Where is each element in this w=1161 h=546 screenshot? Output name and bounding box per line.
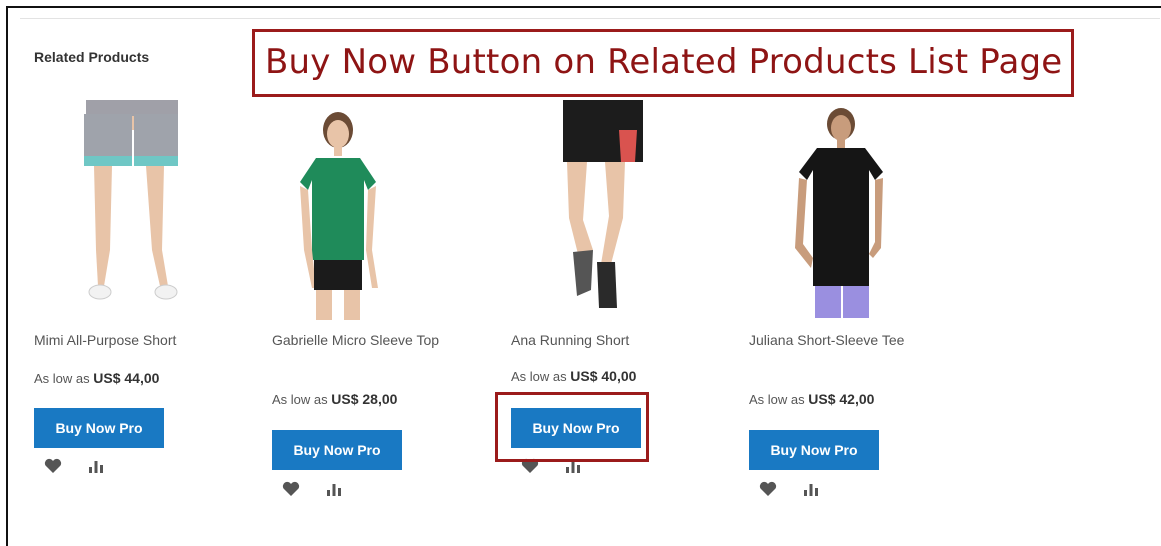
price-prefix: As low as <box>511 369 567 384</box>
buy-now-button[interactable]: Buy Now Pro <box>749 430 879 470</box>
product-image[interactable] <box>749 108 949 318</box>
heart-icon[interactable] <box>759 481 777 497</box>
section-title: Related Products <box>34 49 150 65</box>
product-actions <box>759 481 849 505</box>
annotation-callout: Buy Now Button on Related Products List … <box>252 29 1074 97</box>
button-highlight-box <box>495 392 649 462</box>
product-price: As low as US$ 44,00 <box>34 370 159 386</box>
price-value: US$ 42,00 <box>808 391 875 407</box>
price-prefix: As low as <box>272 392 328 407</box>
price-prefix: As low as <box>34 371 90 386</box>
price-value: US$ 40,00 <box>570 368 637 384</box>
product-image[interactable] <box>272 110 472 320</box>
product-actions <box>44 458 134 482</box>
price-prefix: As low as <box>749 392 805 407</box>
bar-chart-icon[interactable] <box>87 458 105 474</box>
buy-now-button[interactable]: Buy Now Pro <box>272 430 402 470</box>
bar-chart-icon[interactable] <box>325 481 343 497</box>
product-name[interactable]: Juliana Short-Sleeve Tee <box>749 330 934 351</box>
product-price: As low as US$ 42,00 <box>749 391 874 407</box>
product-price: As low as US$ 40,00 <box>511 368 636 384</box>
product-image[interactable] <box>34 100 234 310</box>
heart-icon[interactable] <box>44 458 62 474</box>
price-value: US$ 28,00 <box>331 391 398 407</box>
heart-icon[interactable] <box>282 481 300 497</box>
price-value: US$ 44,00 <box>93 370 160 386</box>
product-image[interactable] <box>511 100 711 310</box>
product-name[interactable]: Gabrielle Micro Sleeve Top <box>272 330 457 351</box>
product-name[interactable]: Ana Running Short <box>511 330 696 351</box>
buy-now-button[interactable]: Buy Now Pro <box>34 408 164 448</box>
product-name[interactable]: Mimi All-Purpose Short <box>34 330 219 351</box>
product-actions <box>282 481 372 505</box>
product-price: As low as US$ 28,00 <box>272 391 397 407</box>
bar-chart-icon[interactable] <box>802 481 820 497</box>
divider <box>20 18 1160 19</box>
